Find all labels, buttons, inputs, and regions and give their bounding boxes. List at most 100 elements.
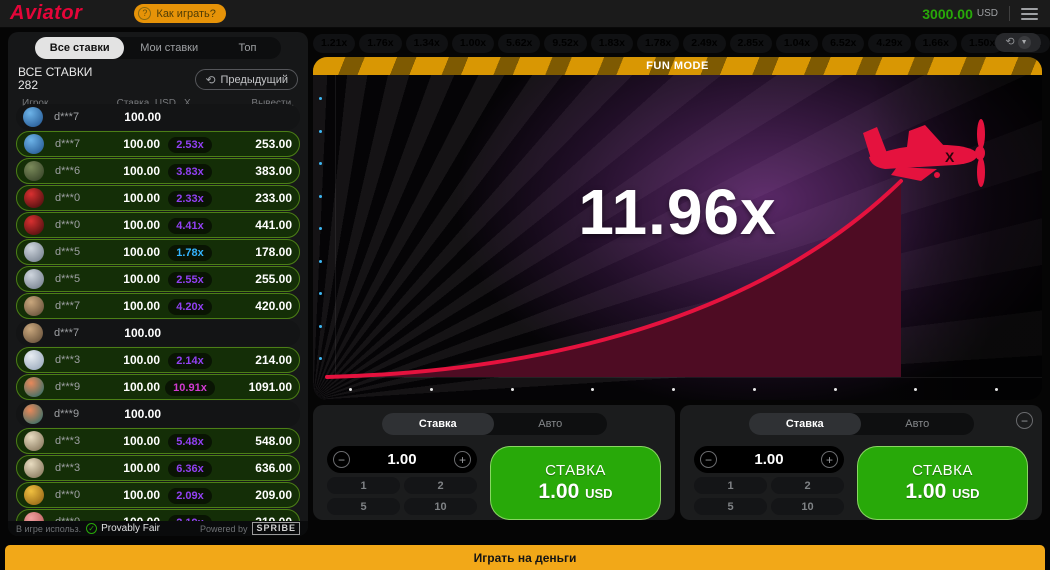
avatar	[24, 377, 44, 397]
cashout-amount: 209.00	[220, 488, 292, 502]
sidebar-footer: В игре использ. ✓ Provably Fair Powered …	[8, 521, 308, 536]
game-canvas: X FUN MODE 11.96x	[313, 57, 1042, 400]
avatar	[24, 485, 44, 505]
panel1-increase-button[interactable]: +	[454, 451, 471, 468]
bet-amount: 100.00	[102, 137, 160, 151]
quick-bet-button[interactable]: 10	[404, 498, 477, 515]
cashout-amount: 255.00	[220, 272, 292, 286]
history-chip[interactable]: 1.66x	[915, 34, 957, 53]
bet-amount: 100.00	[102, 380, 160, 394]
avatar	[24, 350, 44, 370]
player-name: d***0	[55, 219, 102, 231]
history-chip[interactable]: 1.76x	[359, 34, 401, 53]
history-chip[interactable]: 1.83x	[591, 34, 633, 53]
avatar	[24, 188, 44, 208]
bet-amount: 100.00	[102, 353, 160, 367]
multiplier-badge: 2.09x	[168, 488, 212, 504]
multiplier-badge: 10.91x	[165, 380, 215, 396]
history-chip[interactable]: 9.52x	[544, 34, 586, 53]
table-row: d***3 100.00 5.48x 548.00	[16, 428, 300, 454]
tab-top[interactable]: Топ	[214, 37, 281, 59]
avatar	[24, 242, 44, 262]
multiplier-badge: 2.14x	[168, 353, 212, 369]
svg-text:X: X	[945, 149, 955, 165]
panel1-amount-value[interactable]: 1.00	[387, 451, 416, 468]
panel2-remove-button[interactable]: −	[1016, 412, 1033, 429]
avatar	[23, 323, 43, 343]
player-name: d***7	[55, 138, 102, 150]
tab-my-bets[interactable]: Мои ставки	[124, 37, 213, 59]
panel1-quick-bets: 12510	[327, 477, 477, 515]
panel1-bet-button-currency: USD	[585, 486, 612, 501]
quick-bet-button[interactable]: 2	[404, 477, 477, 494]
player-name: d***5	[55, 273, 102, 285]
previous-round-button[interactable]: ⟲ Предыдущий	[195, 69, 298, 90]
panel2-tab-auto[interactable]: Авто	[861, 413, 974, 435]
table-row: d***7 100.00	[16, 104, 300, 130]
history-chip[interactable]: 6.52x	[822, 34, 864, 53]
menu-icon[interactable]	[1021, 5, 1038, 23]
multiplier-history: 1.21x1.76x 1.34x1.00x5.62x9.52x 1.83x1.78x…	[313, 33, 1042, 53]
player-name: d***7	[55, 300, 102, 312]
history-chip[interactable]: 2.85x	[730, 34, 772, 53]
top-header: Aviator ? Как играть? 3000.00 USD	[0, 0, 1050, 28]
history-chip[interactable]: 1.04x	[776, 34, 818, 53]
aviator-logo: Aviator	[10, 2, 82, 25]
history-clock-icon: ⟲	[1005, 37, 1014, 48]
bet-amount: 100.00	[103, 110, 161, 124]
player-name: d***0	[55, 489, 102, 501]
quick-bet-button[interactable]: 1	[327, 477, 400, 494]
bet-panels: Ставка Авто − 1.00 + 12510 СТАВКА 1.00 U…	[313, 405, 1042, 520]
avatar	[24, 161, 44, 181]
history-chip[interactable]: 1.21x	[313, 34, 355, 53]
history-chip[interactable]: 1.34x	[406, 34, 448, 53]
how-to-play-button[interactable]: ? Как играть?	[134, 4, 225, 23]
history-clock-icon: ⟲	[205, 74, 215, 86]
quick-bet-button[interactable]: 1	[694, 477, 767, 494]
tab-all-bets[interactable]: Все ставки	[35, 37, 124, 59]
cashout-amount: 636.00	[220, 461, 292, 475]
all-bets-counter: ВСЕ СТАВКИ 282	[18, 66, 92, 92]
panel2-decrease-button[interactable]: −	[700, 451, 717, 468]
table-row: d***5 100.00 1.78x 178.00	[16, 239, 300, 265]
history-chip[interactable]: 5.62x	[498, 34, 540, 53]
multiplier-badge: 3.83x	[168, 164, 212, 180]
play-for-money-button[interactable]: Играть на деньги	[5, 545, 1045, 570]
panel2-mode-tabs: Ставка Авто	[749, 413, 974, 435]
avatar	[24, 458, 44, 478]
question-icon: ?	[138, 7, 151, 20]
bet-amount: 100.00	[102, 272, 160, 286]
panel2-increase-button[interactable]: +	[821, 451, 838, 468]
panel2-bet-button[interactable]: СТАВКА 1.00 USD	[857, 446, 1028, 520]
bet-amount: 100.00	[102, 191, 160, 205]
history-chip[interactable]: 2.49x	[683, 34, 725, 53]
panel1-tab-auto[interactable]: Авто	[494, 413, 607, 435]
history-chip[interactable]: 1.00x	[452, 34, 494, 53]
quick-bet-button[interactable]: 5	[694, 498, 767, 515]
table-row: d***3 100.00 6.36x 636.00	[16, 455, 300, 481]
player-name: d***3	[55, 462, 102, 474]
multiplier-badge: 2.33x	[168, 191, 212, 207]
history-chip[interactable]: 1.78x	[637, 34, 679, 53]
player-name: d***9	[54, 408, 103, 420]
multiplier-badge: 2.53x	[168, 137, 212, 153]
bet-amount: 100.00	[102, 461, 160, 475]
panel2-tab-bet[interactable]: Ставка	[749, 413, 862, 435]
quick-bet-button[interactable]: 10	[771, 498, 844, 515]
history-chip[interactable]: 4.29x	[868, 34, 910, 53]
quick-bet-button[interactable]: 2	[771, 477, 844, 494]
panel2-amount-value[interactable]: 1.00	[754, 451, 783, 468]
panel1-decrease-button[interactable]: −	[333, 451, 350, 468]
cashout-amount: 441.00	[220, 218, 292, 232]
spribe-logo[interactable]: SPRIBE	[252, 522, 300, 535]
cashout-amount: 1091.00	[220, 380, 292, 394]
panel1-mode-tabs: Ставка Авто	[382, 413, 607, 435]
quick-bet-button[interactable]: 5	[327, 498, 400, 515]
bet-amount: 100.00	[103, 326, 161, 340]
panel1-bet-button[interactable]: СТАВКА 1.00 USD	[490, 446, 661, 520]
panel1-amount-stepper: − 1.00 +	[327, 446, 477, 473]
panel1-tab-bet[interactable]: Ставка	[382, 413, 495, 435]
history-dropdown-button[interactable]: ⟲ ▼	[995, 33, 1041, 52]
provably-fair-badge[interactable]: ✓ Provably Fair	[86, 523, 160, 534]
panel1-bet-button-amount: 1.00	[538, 480, 579, 503]
